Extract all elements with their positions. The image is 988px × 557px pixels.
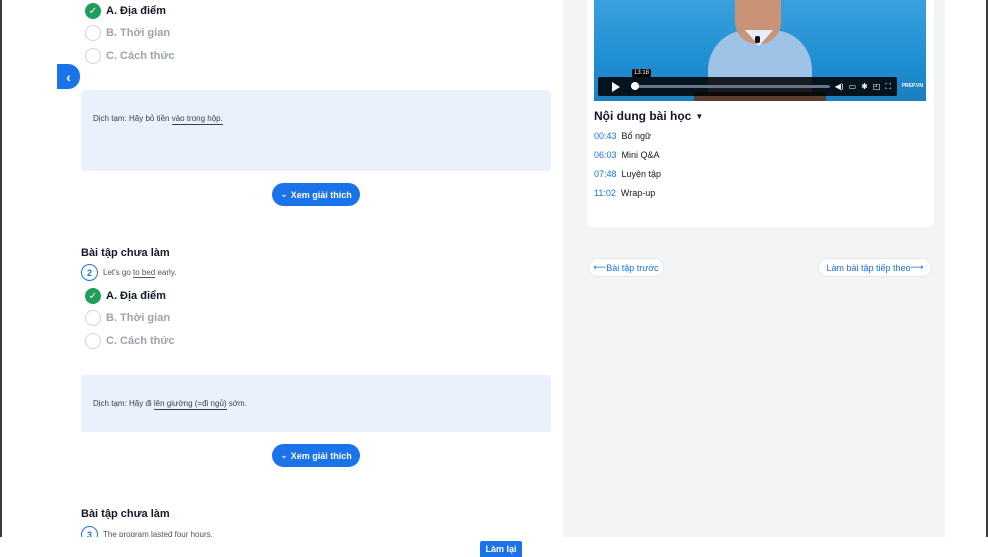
toc-timestamp: 11:02 <box>594 188 616 198</box>
toc-item[interactable]: 00:43 Bổ ngữ <box>594 131 651 141</box>
brand-logo: PREP.VN <box>901 83 923 89</box>
exercise-title: Bài tập chưa làm <box>81 508 170 520</box>
chevron-down-icon: ⌄ <box>280 450 288 460</box>
question-text: Let's go to bed early. <box>103 268 177 278</box>
volume-icon[interactable]: ◀) <box>835 82 844 91</box>
show-explanation-button[interactable]: ⌄ Xem giải thích <box>272 183 360 206</box>
toc-label: Mini Q&A <box>621 150 660 160</box>
translation-suffix: sớm. <box>226 399 247 408</box>
option-c[interactable]: C. Cách thức <box>85 333 174 349</box>
toc-label: Luyện tập <box>621 169 662 179</box>
option-label: A. Địa điểm <box>106 290 166 302</box>
toc-item[interactable]: 06:03 Mini Q&A <box>594 150 660 160</box>
arrow-left-icon: ⟵ <box>593 262 607 272</box>
seek-bar[interactable] <box>630 82 830 90</box>
settings-icon[interactable]: ✱ <box>861 82 868 91</box>
explain-label: Xem giải thích <box>290 189 352 200</box>
play-icon[interactable] <box>612 81 620 92</box>
option-label: A. Địa điểm <box>106 5 166 17</box>
miniplayer-icon[interactable]: ◰ <box>873 82 881 91</box>
check-icon: ✓ <box>85 3 101 19</box>
seek-time-tooltip: 13:18 <box>632 69 652 77</box>
video-player[interactable]: 13:18 ◀) ▭ ✱ ◰ ⛶ PREP.VN <box>594 0 926 101</box>
translation-underlined: lên giường (=đi ngủ) <box>153 399 227 410</box>
toc-label: Bổ ngữ <box>621 131 652 141</box>
chevron-down-icon: ⌄ <box>280 189 288 199</box>
toc-timestamp: 00:43 <box>594 131 617 141</box>
next-label: Làm bài tập tiếp theo <box>826 262 911 273</box>
seek-handle[interactable] <box>630 82 639 90</box>
radio-icon <box>85 333 101 349</box>
previous-exercise-button[interactable]: ⟵ Bài tập trước <box>588 258 664 277</box>
option-a[interactable]: ✓ A. Địa điểm <box>85 3 166 19</box>
option-c[interactable]: C. Cách thức <box>85 48 174 64</box>
subtitles-icon[interactable]: ▭ <box>849 82 857 91</box>
caret-down-icon: ▼ <box>695 111 704 121</box>
toc-item[interactable]: 07:48 Luyện tập <box>594 169 661 179</box>
microphone-icon <box>755 36 760 43</box>
option-b[interactable]: B. Thời gian <box>85 310 170 326</box>
translation-prefix: Dịch tạm: Hãy đi <box>93 399 154 408</box>
redo-button[interactable]: Làm lại <box>480 541 522 557</box>
option-label: C. Cách thức <box>106 50 175 62</box>
radio-icon <box>85 25 101 41</box>
show-explanation-button[interactable]: ⌄ Xem giải thích <box>272 444 360 467</box>
next-exercise-button[interactable]: Làm bài tập tiếp theo ⟶ <box>818 258 932 277</box>
option-label: B. Thời gian <box>106 27 171 39</box>
explain-label: Xem giải thích <box>290 450 352 461</box>
option-label: B. Thời gian <box>106 312 171 324</box>
fullscreen-icon[interactable]: ⛶ <box>885 82 891 92</box>
exercise-title: Bài tập chưa làm <box>81 247 170 259</box>
option-b[interactable]: B. Thời gian <box>85 25 170 41</box>
toc-timestamp: 07:48 <box>594 169 617 179</box>
check-icon: ✓ <box>85 288 101 304</box>
chevron-left-icon: ‹ <box>66 68 71 85</box>
translation-prefix: Dịch tạm: Hãy bỏ tiền <box>93 114 172 123</box>
toc-timestamp: 06:03 <box>594 150 617 160</box>
translation-box: Dịch tạm: Hãy bỏ tiền vào trong hộp. <box>81 90 551 171</box>
question-number: 2 <box>81 264 98 281</box>
toc-label: Wrap-up <box>620 188 656 198</box>
collapse-sidebar-button[interactable]: ‹ <box>57 64 80 89</box>
radio-icon <box>85 48 101 64</box>
prev-label: Bài tập trước <box>606 262 659 273</box>
arrow-right-icon: ⟶ <box>910 262 924 272</box>
translation-box: Dịch tạm: Hãy đi lên giường (=đi ngủ) sớ… <box>81 375 551 432</box>
toc-item[interactable]: 11:02 Wrap-up <box>594 188 655 198</box>
video-controls: ◀) ▭ ✱ ◰ ⛶ <box>598 77 897 96</box>
option-a[interactable]: ✓ A. Địa điểm <box>85 288 166 304</box>
translation-underlined: vào trong hộp. <box>171 114 223 125</box>
option-label: C. Cách thức <box>106 335 175 347</box>
window-border-left <box>0 0 2 557</box>
toc-title: Nội dung bài học <box>594 109 692 123</box>
lesson-content-dropdown[interactable]: Nội dung bài học ▼ <box>594 109 703 123</box>
question-row: 2 Let's go to bed early. <box>81 264 176 281</box>
radio-icon <box>85 310 101 326</box>
